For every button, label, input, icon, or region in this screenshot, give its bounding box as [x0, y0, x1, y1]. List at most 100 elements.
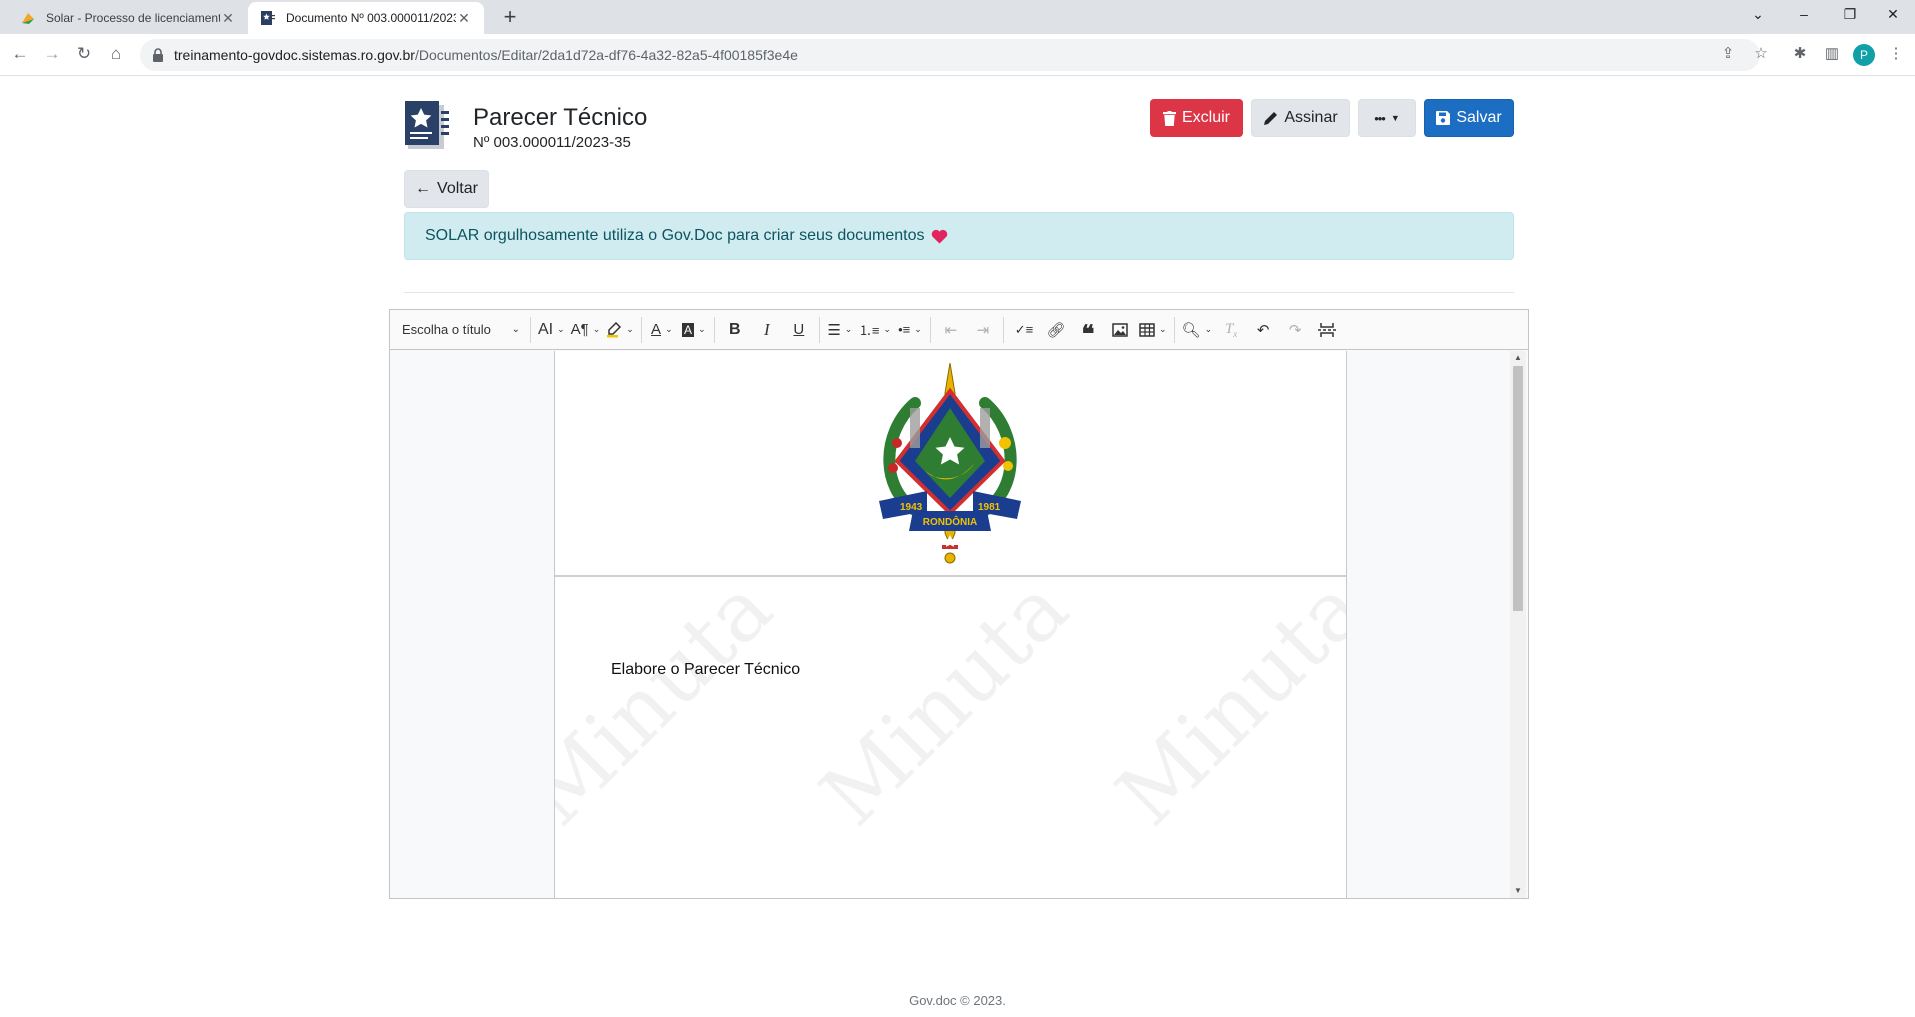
heart-icon — [931, 229, 947, 243]
bold-button[interactable]: B — [719, 315, 751, 345]
bulleted-list-button[interactable]: •≡ ⌄ — [894, 315, 926, 345]
sign-button[interactable]: Assinar — [1251, 99, 1350, 137]
arrow-left-icon: ← — [415, 180, 432, 197]
find-replace-button[interactable]: 🔍︎ ⌄ — [1179, 315, 1216, 345]
reload-icon[interactable]: ↻ — [70, 40, 98, 68]
tab-search-icon[interactable]: ⌄ — [1735, 0, 1781, 30]
outdent-icon: ⇤ — [944, 321, 958, 339]
redo-icon: ↷ — [1288, 321, 1302, 339]
document-star-icon — [405, 101, 449, 149]
save-button[interactable]: Salvar — [1424, 99, 1514, 137]
chevron-down-icon: ⌄ — [511, 324, 520, 335]
redo-button[interactable]: ↷ — [1279, 315, 1311, 345]
back-arrow-icon[interactable]: ← — [6, 40, 34, 68]
insert-table-button[interactable]: ⌄ — [1136, 315, 1170, 345]
highlight-button[interactable]: ⌄ — [603, 315, 637, 345]
minimize-icon[interactable]: – — [1781, 0, 1827, 30]
restore-icon[interactable]: ❐ — [1827, 0, 1873, 30]
save-label: Salvar — [1456, 109, 1502, 126]
watermark: Minuta — [554, 559, 791, 844]
tab-documento[interactable]: Documento Nº 003.000011/2023-35 ✕ — [248, 2, 484, 34]
undo-button[interactable]: ↶ — [1247, 315, 1279, 345]
todo-list-button[interactable]: ✓≡ — [1008, 315, 1040, 345]
insert-image-button[interactable] — [1104, 315, 1136, 345]
quote-icon: ❝ — [1081, 320, 1095, 348]
heading-dropdown[interactable]: Escolha o título ⌄ — [398, 315, 526, 345]
forward-arrow-icon[interactable]: → — [38, 40, 66, 68]
editor-scrollbar[interactable]: ▲ ▼ — [1510, 351, 1526, 898]
search-icon: 🔍︎ — [1181, 321, 1201, 339]
lock-icon — [153, 48, 163, 62]
caret-down-icon: ▼ — [1390, 113, 1400, 123]
editor-canvas[interactable]: 1943 1981 RONDÔNIA Minuta Minuta Minuta … — [390, 351, 1528, 898]
new-tab-button[interactable]: + — [496, 4, 524, 32]
scrollbar-thumb[interactable] — [1513, 366, 1523, 611]
home-icon[interactable]: ⌂ — [102, 40, 130, 68]
avatar[interactable]: P — [1853, 44, 1875, 66]
rondonia-coat-of-arms-icon: 1943 1981 RONDÔNIA — [879, 363, 1021, 564]
italic-button[interactable]: I — [751, 315, 783, 345]
close-icon[interactable]: ✕ — [220, 10, 236, 27]
numbered-list-button[interactable]: ⒈≡ ⌄ — [856, 315, 894, 345]
back-label: Voltar — [437, 180, 478, 197]
bookmark-star-icon[interactable]: ☆ — [1747, 40, 1775, 68]
menu-kebab-icon[interactable]: ⋮ — [1882, 40, 1910, 68]
background-color-button[interactable]: A ⌄ — [678, 315, 710, 345]
undo-icon: ↶ — [1256, 321, 1270, 339]
share-icon[interactable]: ⇪ — [1714, 40, 1742, 68]
bulleted-list-icon: •≡ — [898, 322, 911, 337]
scroll-down-icon[interactable]: ▼ — [1510, 884, 1526, 898]
blockquote-button[interactable]: ❝ — [1072, 315, 1104, 348]
document-page[interactable]: 1943 1981 RONDÔNIA Minuta Minuta Minuta … — [554, 351, 1347, 898]
page-break-button[interactable] — [1311, 315, 1343, 345]
document-body-text[interactable]: Elabore o Parecer Técnico — [611, 661, 800, 679]
outdent-button[interactable]: ⇤ — [935, 315, 967, 345]
more-actions-button[interactable]: ••• ▼ — [1358, 99, 1416, 137]
side-panel-icon[interactable]: ▥ — [1818, 40, 1846, 68]
solar-favicon-icon — [22, 13, 34, 24]
sign-label: Assinar — [1284, 109, 1338, 126]
floppy-disk-icon — [1436, 111, 1451, 125]
indent-button[interactable]: ⇥ — [967, 315, 999, 345]
align-left-icon: ☰ — [827, 321, 841, 339]
remove-format-button[interactable]: Tx — [1215, 315, 1247, 345]
document-favicon-icon — [261, 11, 275, 25]
watermark: Minuta — [1097, 559, 1347, 844]
close-window-icon[interactable]: ✕ — [1870, 0, 1915, 30]
bold-icon: B — [729, 320, 741, 338]
url-host: treinamento-govdoc.sistemas.ro.gov.br — [174, 47, 415, 63]
link-button[interactable]: 🔗︎ — [1040, 315, 1072, 345]
extensions-icon[interactable]: ✱ — [1786, 40, 1814, 68]
crest-year-left: 1943 — [900, 502, 923, 513]
editor-toolbar: Escolha o título ⌄ AI ⌄ A¶ ⌄ ⌄ A ⌄ A ⌄ B I U… — [390, 310, 1528, 350]
watermark: Minuta — [801, 559, 1087, 844]
browser-tabstrip: Solar - Processo de licenciamento ✕ Docu… — [0, 0, 1915, 34]
document-header: 1943 1981 RONDÔNIA — [555, 351, 1346, 577]
font-size-icon: AI — [538, 320, 554, 338]
tab-solar[interactable]: Solar - Processo de licenciamento ✕ — [8, 2, 248, 34]
indent-icon: ⇥ — [976, 321, 990, 339]
close-icon[interactable]: ✕ — [456, 10, 472, 27]
document-number: Nº 003.000011/2023-35 — [473, 134, 631, 151]
address-bar[interactable]: treinamento-govdoc.sistemas.ro.gov.br/Do… — [140, 39, 1760, 71]
highlighter-icon — [607, 321, 622, 337]
align-button[interactable]: ☰ ⌄ — [824, 315, 856, 345]
more-label: ••• — [1374, 110, 1386, 126]
underline-button[interactable]: U — [783, 315, 815, 345]
scroll-up-icon[interactable]: ▲ — [1510, 351, 1526, 365]
heading-dropdown-label: Escolha o título — [402, 322, 491, 337]
trash-icon — [1162, 110, 1176, 126]
crest-year-right: 1981 — [978, 502, 1001, 513]
rich-text-editor: Escolha o título ⌄ AI ⌄ A¶ ⌄ ⌄ A ⌄ A ⌄ B I U… — [389, 309, 1529, 899]
font-color-button[interactable]: A ⌄ — [646, 315, 678, 345]
font-size-button[interactable]: AI ⌄ — [535, 315, 568, 345]
font-family-button[interactable]: A¶ ⌄ — [568, 315, 604, 345]
tab-title: Solar - Processo de licenciamento — [46, 11, 220, 25]
divider — [404, 292, 1514, 293]
font-color-icon: A — [651, 321, 662, 338]
url-path: /Documentos/Editar/2da1d72a-df76-4a32-82… — [414, 47, 798, 63]
delete-button[interactable]: Excluir — [1150, 99, 1243, 137]
back-button[interactable]: ← Voltar — [404, 170, 489, 208]
footer-text: Gov.doc © 2023. — [909, 993, 1006, 1008]
crest-banner: RONDÔNIA — [923, 515, 977, 528]
